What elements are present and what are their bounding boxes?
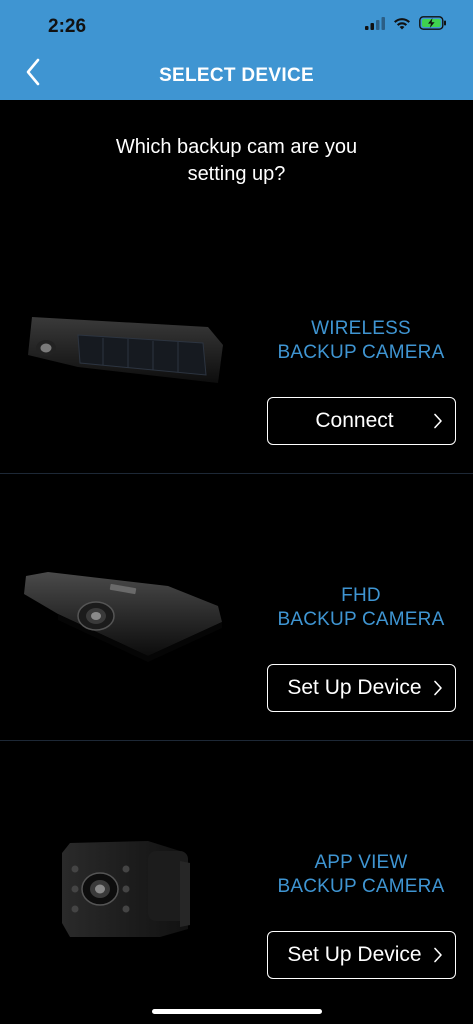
connect-button[interactable]: Connect <box>267 397 456 445</box>
fhd-setup-button[interactable]: Set Up Device <box>267 664 456 712</box>
app-view-setup-button[interactable]: Set Up Device <box>267 931 456 979</box>
device-title-fhd-line1: FHD <box>341 585 381 606</box>
chevron-right-icon <box>434 680 442 696</box>
device-title-wireless-line2: BACKUP CAMERA <box>277 342 445 363</box>
setup-question: Which backup cam are you setting up? <box>0 134 473 188</box>
device-row-wireless: WIRELESS BACKUP CAMERA Connect <box>0 207 473 473</box>
battery-charging-icon <box>419 16 446 30</box>
setup-question-line1: Which backup cam are you <box>115 136 358 158</box>
device-title-app-view-line2: BACKUP CAMERA <box>277 876 445 897</box>
chevron-right-icon <box>434 947 442 963</box>
status-icons <box>365 16 447 30</box>
wifi-icon <box>394 17 410 29</box>
device-row-fhd: FHD BACKUP CAMERA Set Up Device <box>0 473 473 739</box>
device-row-app-view: APP VIEW BACKUP CAMERA Set Up Device <box>0 740 473 1006</box>
device-title-fhd: FHD BACKUP CAMERA <box>265 584 457 632</box>
app-view-camera-image <box>62 841 190 937</box>
device-title-app-view: APP VIEW BACKUP CAMERA <box>265 851 457 899</box>
fhd-camera-image <box>24 572 222 662</box>
status-time: 2:26 <box>48 16 87 37</box>
cellular-signal-icon <box>365 16 385 30</box>
chevron-right-icon <box>434 413 442 429</box>
top-bar: 2:26 SELECT DEVICE <box>0 0 473 100</box>
fhd-setup-button-label: Set Up Device <box>287 676 422 699</box>
device-title-app-view-line1: APP VIEW <box>314 852 408 873</box>
connect-button-label: Connect <box>315 409 394 432</box>
page-title: SELECT DEVICE <box>159 65 314 86</box>
device-title-fhd-line2: BACKUP CAMERA <box>277 609 445 630</box>
device-title-wireless-line1: WIRELESS <box>311 318 411 339</box>
setup-question-line2: setting up? <box>187 163 286 185</box>
device-title-wireless: WIRELESS BACKUP CAMERA <box>265 317 457 365</box>
home-indicator[interactable] <box>152 1009 322 1014</box>
wireless-camera-image <box>28 317 223 383</box>
app-view-setup-button-label: Set Up Device <box>287 943 422 966</box>
